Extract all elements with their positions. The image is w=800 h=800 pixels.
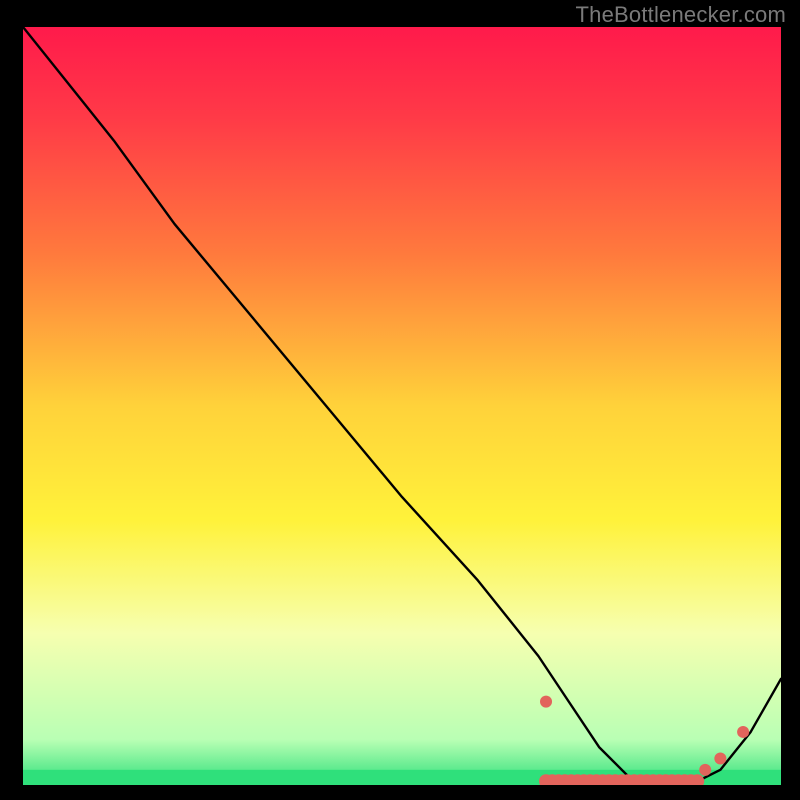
watermark-text: TheBottlenecker.com [576,2,786,28]
chart-background [23,27,781,785]
chart-svg [0,0,800,800]
chart-stage: { "watermark": { "text": "TheBottlenecke… [0,0,800,800]
